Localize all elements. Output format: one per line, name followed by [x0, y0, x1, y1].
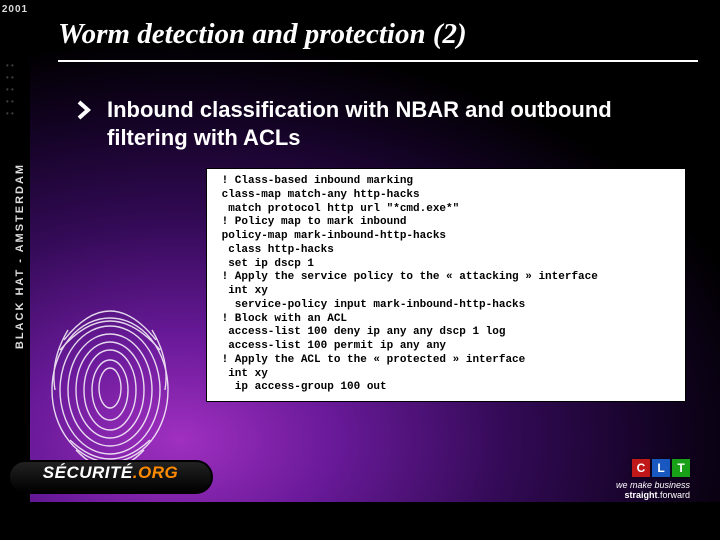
- clt-square-l: L: [652, 459, 670, 477]
- securite-main: SÉCURITÉ: [43, 463, 133, 482]
- securite-org: .ORG: [133, 463, 178, 482]
- clt-bold: straight: [624, 490, 657, 500]
- footer-bar: [0, 502, 720, 540]
- bullet-item: Inbound classification with NBAR and out…: [75, 96, 685, 151]
- clt-square-t: T: [672, 459, 690, 477]
- clt-tagline-1: we make business: [616, 480, 690, 490]
- clt-squares: C L T: [616, 459, 690, 477]
- code-block: ! Class-based inbound marking class-map …: [206, 168, 686, 402]
- fingerprint-icon: [40, 300, 180, 470]
- banner-text: BLACK HAT - AMSTERDAM: [14, 56, 26, 456]
- banner-year: 2001: [0, 4, 30, 15]
- clt-square-c: C: [632, 459, 650, 477]
- securite-logo: SÉCURITÉ.ORG: [8, 452, 213, 498]
- clt-logo: C L T we make business straight.forward: [616, 459, 690, 500]
- bullet-text: Inbound classification with NBAR and out…: [107, 96, 685, 151]
- clt-tagline-2: straight.forward: [616, 490, 690, 500]
- slide: 2001 • •• •• •• •• • BLACK HAT - AMSTERD…: [0, 0, 720, 540]
- page-title: Worm detection and protection (2): [58, 18, 698, 51]
- clt-rest: .forward: [657, 490, 690, 500]
- securite-text: SÉCURITÉ.ORG: [8, 463, 213, 483]
- chevron-right-icon: [75, 100, 97, 120]
- title-underline: [58, 60, 698, 62]
